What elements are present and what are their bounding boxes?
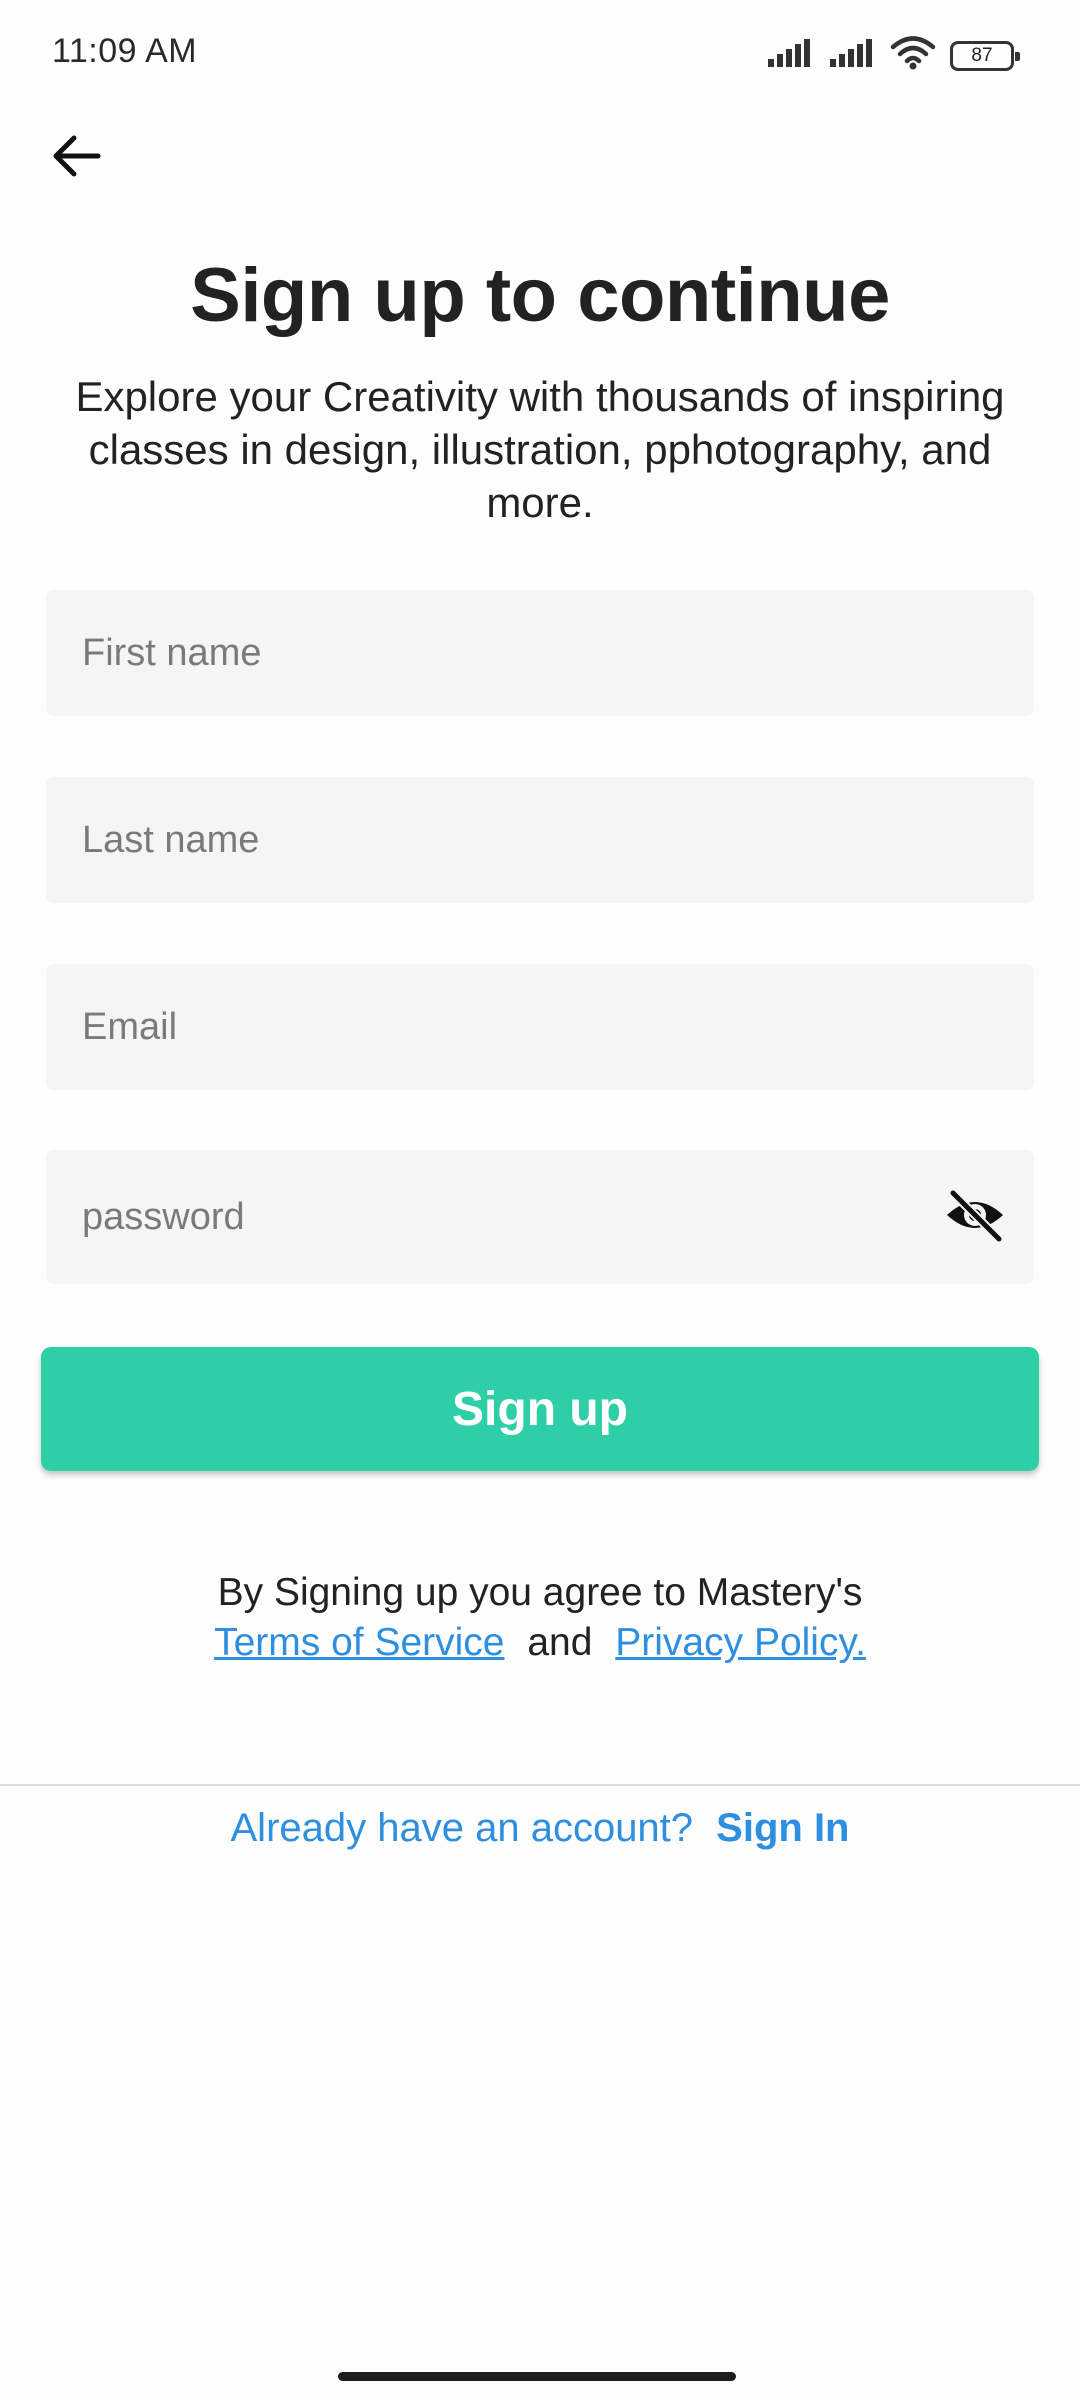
divider	[0, 1784, 1080, 1786]
wifi-icon	[890, 36, 936, 75]
signal-icon	[766, 37, 814, 74]
signin-prompt: Already have an account?	[230, 1806, 694, 1850]
password-visibility-toggle[interactable]	[942, 1186, 1008, 1248]
email-field-container	[46, 964, 1034, 1090]
terms-conjunction: and	[527, 1621, 593, 1664]
terms-links-row: Terms of Service and Privacy Policy.	[0, 1618, 1080, 1668]
signup-screen: 11:09 AM 87 Sign up to continue Explore …	[0, 0, 1080, 2400]
home-indicator[interactable]	[338, 2372, 736, 2381]
terms-prefix: By Signing up you agree to Mastery's	[217, 1571, 863, 1614]
email-input[interactable]	[46, 964, 1034, 1090]
last-name-field-container	[46, 777, 1034, 903]
password-input[interactable]	[46, 1150, 1034, 1284]
last-name-input[interactable]	[46, 777, 1034, 903]
status-time: 11:09 AM	[52, 32, 198, 70]
terms-of-service-link[interactable]: Terms of Service	[214, 1621, 504, 1664]
status-icons: 87	[766, 36, 1020, 75]
battery-icon: 87	[950, 40, 1020, 71]
first-name-input[interactable]	[46, 590, 1034, 716]
signal-icon	[828, 37, 876, 74]
battery-level: 87	[971, 44, 993, 66]
signin-link[interactable]: Sign In	[716, 1806, 849, 1850]
eye-off-icon	[943, 1187, 1007, 1248]
password-field-container	[46, 1150, 1034, 1284]
page-title: Sign up to continue	[190, 253, 890, 338]
privacy-policy-link[interactable]: Privacy Policy.	[615, 1621, 866, 1664]
status-bar: 11:09 AM 87	[0, 0, 1080, 110]
back-button[interactable]	[46, 128, 106, 188]
terms-notice: By Signing up you agree to Mastery's Ter…	[0, 1568, 1080, 1668]
signin-row: Already have an account? Sign In	[0, 1806, 1080, 1851]
signup-button[interactable]: Sign up	[41, 1347, 1039, 1471]
arrow-left-icon	[50, 133, 102, 184]
first-name-field-container	[46, 590, 1034, 716]
page-subtitle: Explore your Creativity with thousands o…	[75, 373, 1005, 526]
